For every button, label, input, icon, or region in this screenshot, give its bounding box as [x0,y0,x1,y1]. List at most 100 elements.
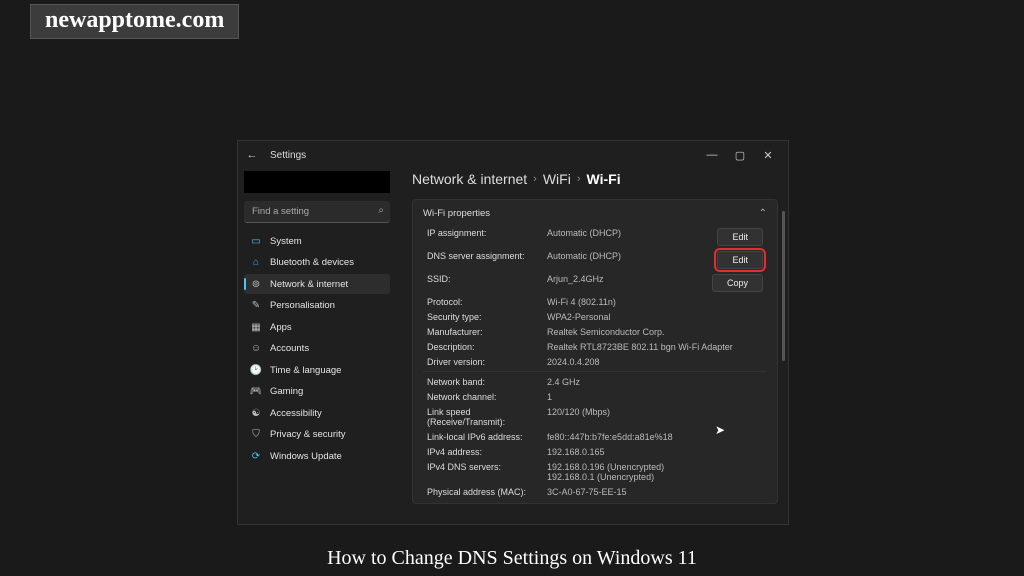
sidebar-item-privacy[interactable]: ⛉ Privacy & security [244,425,390,445]
property-value: Realtek RTL8723BE 802.11 bgn Wi-Fi Adapt… [547,342,763,352]
property-label: Security type: [427,312,547,322]
update-icon: ⟳ [250,450,262,462]
card-title: Wi-Fi properties [423,208,490,219]
chevron-right-icon: › [577,173,581,185]
property-value: WPA2-Personal [547,312,763,322]
divider [423,371,767,372]
property-value: 192.168.0.196 (Unencrypted) 192.168.0.1 … [547,462,763,482]
property-label: Physical address (MAC): [427,487,547,497]
back-arrow-icon[interactable]: ← [244,149,260,161]
property-value: Realtek Semiconductor Corp. [547,327,763,337]
property-value: 120/120 (Mbps) [547,407,763,417]
property-label: Link-local IPv6 address: [427,432,547,442]
row-description: Description: Realtek RTL8723BE 802.11 bg… [423,339,767,354]
breadcrumb-root[interactable]: Network & internet [412,171,527,187]
property-value: Arjun_2.4GHz [547,274,712,284]
property-value: 2.4 GHz [547,377,763,387]
titlebar: ← Settings — ▢ ✕ [238,141,788,169]
property-label: Driver version: [427,357,547,367]
property-label: Protocol: [427,297,547,307]
scrollbar-thumb[interactable] [782,211,785,361]
sidebar-item-label: Privacy & security [270,429,346,440]
sidebar-item-label: Accessibility [270,408,322,419]
row-driver-version: Driver version: 2024.0.4.208 [423,354,767,369]
row-network-channel: Network channel: 1 [423,389,767,404]
row-security-type: Security type: WPA2-Personal [423,309,767,324]
scrollbar[interactable] [782,211,786,511]
sidebar: ⌕ ▭ System ⌂ Bluetooth & devices ⊚ Netwo… [238,169,396,524]
breadcrumb-leaf: Wi-Fi [587,171,621,187]
site-watermark: newapptome.com [30,4,239,39]
display-icon: ▭ [250,235,262,247]
sidebar-item-system[interactable]: ▭ System [244,231,390,251]
property-value: Automatic (DHCP) [547,228,717,238]
sidebar-item-label: Accounts [270,343,309,354]
property-label: SSID: [427,274,547,284]
property-value: 2024.0.4.208 [547,357,763,367]
settings-window: ← Settings — ▢ ✕ ⌕ ▭ System ⌂ Bluetooth … [237,140,789,525]
chevron-up-icon[interactable]: ⌃ [759,208,767,219]
window-title: Settings [270,150,306,161]
main-pane: Network & internet › WiFi › Wi-Fi Wi-Fi … [396,169,788,524]
breadcrumb: Network & internet › WiFi › Wi-Fi [412,171,778,187]
sidebar-item-bluetooth[interactable]: ⌂ Bluetooth & devices [244,253,390,273]
sidebar-item-gaming[interactable]: 🎮 Gaming [244,382,390,402]
shield-icon: ⛉ [250,429,262,441]
close-button[interactable]: ✕ [754,149,782,162]
sidebar-item-network[interactable]: ⊚ Network & internet [244,274,390,294]
property-label: IPv4 address: [427,447,547,457]
property-value: 1 [547,392,763,402]
property-value: fe80::447b:b7fe:e5dd:a81e%18 [547,432,763,442]
property-label: IPv4 DNS servers: [427,462,547,472]
row-mac-address: Physical address (MAC): 3C-A0-67-75-EE-1… [423,484,767,499]
accessibility-icon: ☯ [250,407,262,419]
gamepad-icon: 🎮 [250,386,262,398]
row-dns-assignment: DNS server assignment: Automatic (DHCP) … [423,248,767,271]
property-value: 3C-A0-67-75-EE-15 [547,487,763,497]
tutorial-caption: How to Change DNS Settings on Windows 11 [0,547,1024,570]
row-network-band: Network band: 2.4 GHz [423,374,767,389]
sidebar-item-windows-update[interactable]: ⟳ Windows Update [244,446,390,466]
sidebar-item-accounts[interactable]: ☺ Accounts [244,339,390,359]
maximize-button[interactable]: ▢ [726,149,754,162]
person-icon: ☺ [250,343,262,355]
property-label: IP assignment: [427,228,547,238]
wifi-properties-card: Wi-Fi properties ⌃ IP assignment: Automa… [412,199,778,504]
sidebar-item-label: Apps [270,322,292,333]
property-label: Manufacturer: [427,327,547,337]
property-label: Network band: [427,377,547,387]
clock-icon: 🕑 [250,364,262,376]
chevron-right-icon: › [533,173,537,185]
edit-dns-button[interactable]: Edit [717,251,763,269]
property-value: 192.168.0.165 [547,447,763,457]
edit-ip-button[interactable]: Edit [717,228,763,246]
row-manufacturer: Manufacturer: Realtek Semiconductor Corp… [423,324,767,339]
sidebar-item-label: Personalisation [270,300,335,311]
property-value: Automatic (DHCP) [547,251,717,261]
wifi-icon: ⊚ [250,278,262,290]
sidebar-item-label: Network & internet [270,279,348,290]
row-ip-assignment: IP assignment: Automatic (DHCP) Edit [423,225,767,248]
row-ipv4-dns: IPv4 DNS servers: 192.168.0.196 (Unencry… [423,459,767,484]
property-label: Description: [427,342,547,352]
user-account-block[interactable] [244,171,390,193]
sidebar-item-personalisation[interactable]: ✎ Personalisation [244,296,390,316]
sidebar-item-label: Time & language [270,365,341,376]
sidebar-item-accessibility[interactable]: ☯ Accessibility [244,403,390,423]
breadcrumb-mid[interactable]: WiFi [543,171,571,187]
row-ssid: SSID: Arjun_2.4GHz Copy [423,271,767,294]
sidebar-item-label: Windows Update [270,451,342,462]
sidebar-item-apps[interactable]: ▦ Apps [244,317,390,337]
row-link-speed: Link speed (Receive/Transmit): 120/120 (… [423,404,767,429]
apps-icon: ▦ [250,321,262,333]
bluetooth-icon: ⌂ [250,257,262,269]
copy-button[interactable]: Copy [712,274,763,292]
search-input[interactable] [244,201,390,223]
brush-icon: ✎ [250,300,262,312]
minimize-button[interactable]: — [698,149,726,161]
row-protocol: Protocol: Wi-Fi 4 (802.11n) [423,294,767,309]
sidebar-item-time-language[interactable]: 🕑 Time & language [244,360,390,380]
property-label: Network channel: [427,392,547,402]
sidebar-item-label: Gaming [270,386,303,397]
property-value: Wi-Fi 4 (802.11n) [547,297,763,307]
